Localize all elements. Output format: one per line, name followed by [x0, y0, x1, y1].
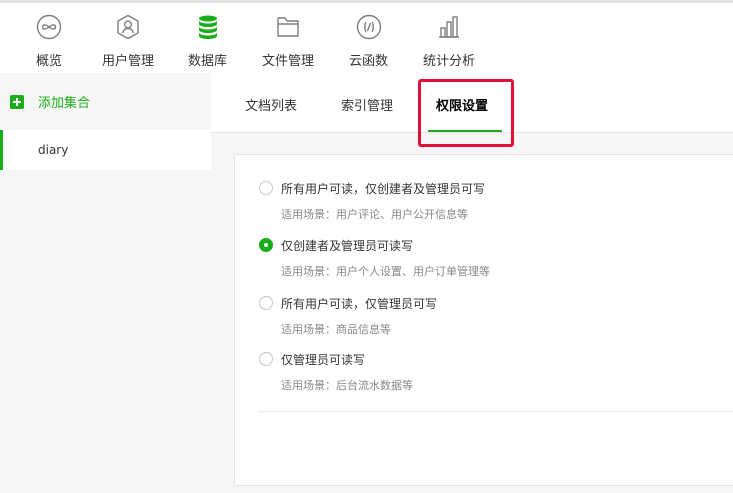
- collection-item-diary[interactable]: diary: [0, 130, 211, 170]
- bar-chart-icon: [439, 16, 459, 38]
- nav-item-label: 文件管理: [262, 54, 315, 69]
- annotation-highlight-box: [418, 79, 514, 147]
- option-desc: 适用场景：用户评论、用户公开信息等: [281, 208, 468, 221]
- nav-item-database[interactable]: 数据库: [188, 12, 227, 76]
- collection-name: diary: [38, 143, 69, 157]
- option-desc: 适用场景：后台流水数据等: [281, 379, 413, 392]
- add-collection-button[interactable]: 添加集合: [10, 92, 90, 111]
- nav-item-label: 数据库: [188, 54, 228, 69]
- radio-button-selected[interactable]: [259, 238, 273, 252]
- folder-icon: [277, 17, 299, 37]
- option-title: 仅创建者及管理员可读写: [281, 239, 414, 253]
- database-icon: [198, 15, 217, 39]
- option-desc: 适用场景：用户个人设置、用户订单管理等: [281, 265, 490, 278]
- nav-item-users[interactable]: 用户管理: [102, 12, 154, 76]
- add-collection-label: 添加集合: [38, 96, 91, 111]
- nav-item-label: 用户管理: [102, 54, 155, 69]
- radio-button[interactable]: [259, 352, 273, 366]
- radio-button[interactable]: [259, 296, 273, 310]
- infinity-icon: [36, 14, 62, 40]
- nav-item-analytics[interactable]: 统计分析: [423, 12, 475, 76]
- option-title: 仅管理员可读写: [281, 353, 366, 367]
- users-icon: [117, 14, 139, 40]
- plus-icon: [10, 94, 24, 109]
- option-title: 所有用户可读，仅管理员可写: [281, 297, 438, 311]
- function-icon: [356, 14, 381, 40]
- option-desc: 适用场景：商品信息等: [281, 323, 391, 336]
- nav-item-files[interactable]: 文件管理: [262, 12, 314, 76]
- option-title: 所有用户可读，仅创建者及管理员可写: [281, 182, 486, 196]
- top-nav: 概览 用户管理 数据库 文件管理 云函数 统计分析: [0, 0, 733, 76]
- nav-item-label: 概览: [36, 54, 63, 69]
- divider: [258, 411, 733, 412]
- nav-item-cloud-functions[interactable]: 云函数: [349, 12, 388, 76]
- nav-item-overview[interactable]: 概览: [36, 12, 62, 76]
- tab-document-list[interactable]: 文档列表: [245, 95, 297, 114]
- nav-item-label: 云函数: [349, 54, 389, 69]
- nav-item-label: 统计分析: [423, 54, 476, 69]
- collection-sidebar: 添加集合 diary: [0, 73, 211, 493]
- tab-index-management[interactable]: 索引管理: [341, 95, 393, 114]
- radio-button[interactable]: [259, 181, 273, 195]
- permission-panel: 所有用户可读，仅创建者及管理员可写 适用场景：用户评论、用户公开信息等 仅创建者…: [234, 154, 733, 486]
